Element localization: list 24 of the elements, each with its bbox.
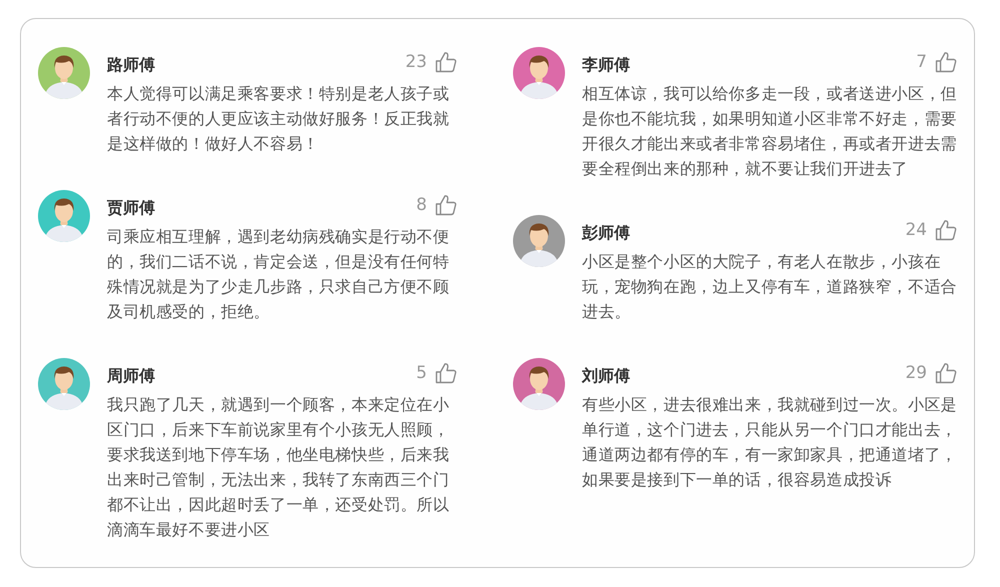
author-name: 彭师傅 (582, 222, 631, 244)
like-count: 23 (405, 52, 427, 72)
comment-text: 我只跑了几天，就遇到一个顾客，本来定位在小区门口，后来下车前说家里有个小孩无人照顾，要求我送到地下停车场，他坐电梯快些，后来我出来时己管制，无法出来，我转了东南西三个门都不让出，因此超时丢了一单，还受处罚。所以滴滴车最好不要进小区 (107, 394, 450, 541)
like-count: 5 (416, 363, 427, 383)
comment-text: 相互体谅，我可以给你多走一段，或者送进小区，但是你也不能坑我，如果明知道小区非常不好走，需要开很久才能出来或者非常容易堵住，再或者开进去需要全程倒出来的那种，就不要让我们开进去了 (582, 83, 957, 180)
thumbs-up-icon[interactable] (435, 51, 457, 73)
author-name: 李师傅 (582, 54, 631, 76)
like-count: 24 (905, 220, 927, 240)
like-count: 29 (905, 363, 927, 383)
thumbs-up-icon[interactable] (435, 362, 457, 384)
author-name: 周师傅 (107, 364, 156, 386)
thumbs-up-icon[interactable] (935, 51, 957, 73)
thumbs-up-icon[interactable] (935, 219, 957, 241)
thumbs-up-icon[interactable] (935, 362, 957, 384)
author-name: 刘师傅 (582, 364, 631, 386)
author-name: 路师傅 (107, 54, 156, 76)
comment-text: 小区是整个小区的大院子，有老人在散步，小孩在玩，宠物狗在跑，边上又停有车，道路狭窄，不适合进去。 (582, 251, 957, 323)
like-count: 8 (416, 195, 427, 215)
comment-text: 司乘应相互理解，遇到老幼病残确实是行动不便的，我们二话不说，肯定会送，但是没有任何特殊情况就是为了少走几步路，只求自己方便不顾及司机感受的，拒绝。 (107, 226, 450, 323)
author-name: 贾师傅 (107, 196, 156, 218)
thumbs-up-icon[interactable] (435, 194, 457, 216)
comment-text: 本人觉得可以满足乘客要求！特别是老人孩子或者行动不便的人更应该主动做好服务！反正我就是这样做的！做好人不容易！ (107, 83, 450, 155)
comment-text: 有些小区，进去很难出来，我就碰到过一次。小区是单行道，这个门进去，只能从另一个门口才能出去，通道两边都有停的车，有一家卸家具，把通道堵了，如果要是接到下一单的话，很容易造成投诉 (582, 394, 957, 491)
like-count: 7 (916, 52, 927, 72)
